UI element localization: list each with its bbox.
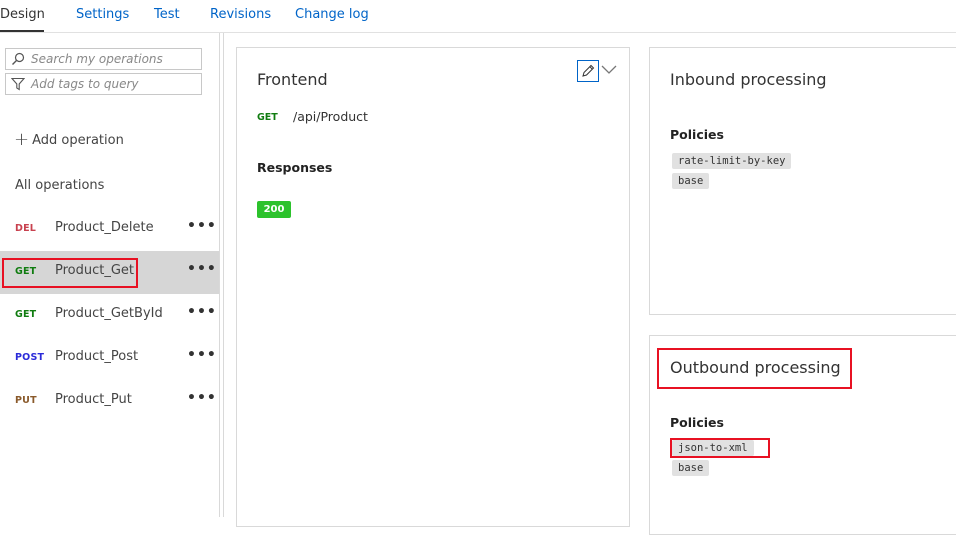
operation-name: Product_Delete [55, 220, 154, 235]
more-options-icon[interactable]: ••• [187, 261, 217, 277]
operation-name: Product_Put [55, 392, 132, 407]
operation-name: Product_GetById [55, 306, 163, 321]
operation-row-product-put[interactable]: PUT Product_Put ••• [0, 380, 219, 423]
outbound-policies-heading: Policies [670, 415, 724, 430]
highlight-box-outbound-title [657, 348, 852, 389]
filter-icon [11, 77, 25, 91]
plus-icon: + [14, 129, 30, 150]
tab-change-log[interactable]: Change log [295, 0, 369, 30]
highlight-box-product-get [2, 258, 138, 288]
frontend-title: Frontend [257, 70, 328, 89]
operation-row-product-post[interactable]: POST Product_Post ••• [0, 337, 219, 380]
operations-sidebar: Search my operations Add tags to query +… [0, 33, 220, 517]
search-operations-input[interactable]: Search my operations [5, 48, 202, 70]
frontend-method: GET [257, 112, 278, 123]
policy-chip-rate-limit-by-key[interactable]: rate-limit-by-key [672, 153, 792, 169]
inbound-title: Inbound processing [670, 70, 827, 89]
tags-placeholder: Add tags to query [31, 77, 139, 91]
method-badge: GET [15, 309, 37, 320]
add-operation-button[interactable]: + Add operation [14, 128, 124, 150]
policy-chip-base[interactable]: base [672, 460, 710, 476]
operation-row-product-getbyid[interactable]: GET Product_GetById ••• [0, 294, 219, 337]
add-operation-label: Add operation [32, 133, 124, 148]
frontend-panel: Frontend GET /api/Product Responses 200 [236, 47, 630, 527]
response-status-badge[interactable]: 200 [257, 201, 291, 218]
tab-settings[interactable]: Settings [76, 0, 129, 30]
highlight-box-json-to-xml [670, 438, 770, 458]
more-options-icon[interactable]: ••• [187, 218, 217, 234]
pane-divider [223, 33, 224, 517]
pencil-icon [582, 64, 595, 77]
inbound-processing-panel: Inbound processing Policies rate-limit-b… [649, 47, 956, 315]
operation-name: Product_Post [55, 349, 139, 364]
search-placeholder: Search my operations [31, 52, 163, 66]
method-badge: POST [15, 352, 45, 363]
method-badge: PUT [15, 395, 37, 406]
chevron-down-icon[interactable] [601, 63, 617, 75]
tab-revisions[interactable]: Revisions [210, 0, 271, 30]
method-badge: DEL [15, 223, 37, 234]
tab-design[interactable]: Design [0, 0, 45, 32]
tab-test[interactable]: Test [154, 0, 180, 30]
outbound-processing-panel: Outbound processing Policies json-to-xml… [649, 335, 956, 535]
responses-heading: Responses [257, 160, 333, 175]
inbound-policies-heading: Policies [670, 127, 724, 142]
frontend-url-path: /api/Product [293, 109, 368, 124]
more-options-icon[interactable]: ••• [187, 347, 217, 363]
policy-chip-base[interactable]: base [672, 173, 710, 189]
operation-row-product-delete[interactable]: DEL Product_Delete ••• [0, 208, 219, 251]
search-icon [12, 52, 25, 65]
all-operations-link[interactable]: All operations [15, 178, 104, 193]
more-options-icon[interactable]: ••• [187, 390, 217, 406]
tab-bar: Design Settings Test Revisions Change lo… [0, 0, 956, 33]
more-options-icon[interactable]: ••• [187, 304, 217, 320]
tags-query-input[interactable]: Add tags to query [5, 73, 202, 95]
edit-frontend-button[interactable] [577, 60, 599, 82]
